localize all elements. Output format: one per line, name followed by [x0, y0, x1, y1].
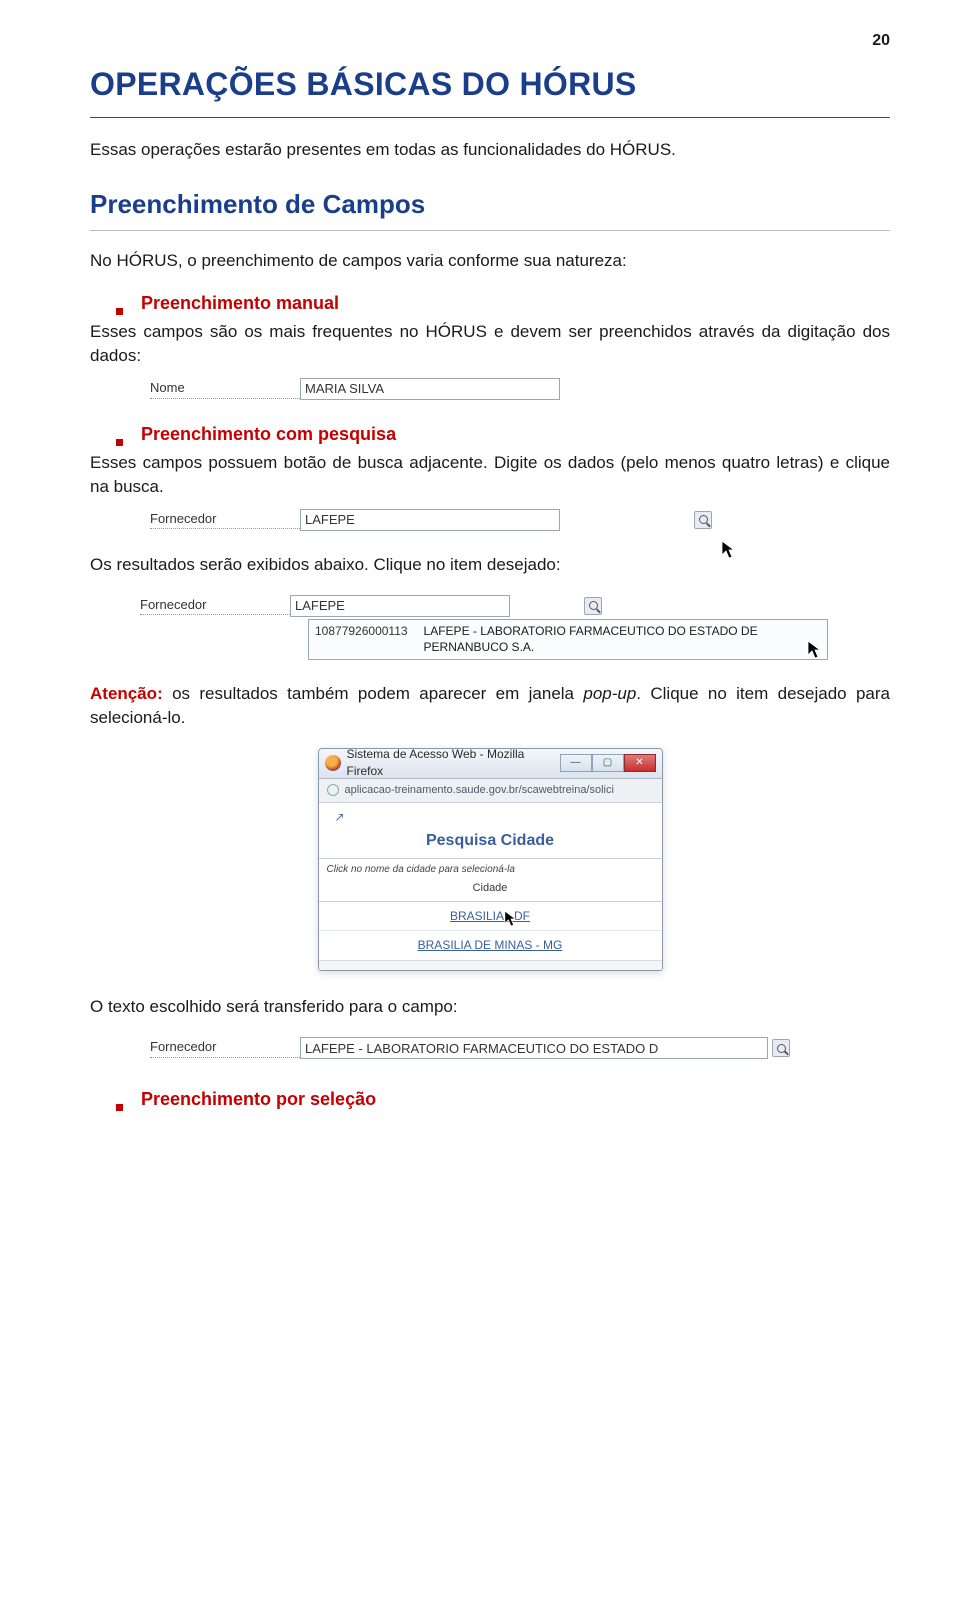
dropdown-result-row[interactable]: 10877926000113 LAFEPE - LABORATORIO FARM… [308, 619, 828, 661]
label-fornecedor: Fornecedor [150, 510, 300, 529]
bullet-selecao: Preenchimento por seleção [116, 1087, 890, 1112]
popup-statusbar [319, 960, 662, 970]
cursor-icon [504, 910, 518, 933]
atencao-label: Atenção: [90, 684, 163, 703]
atencao-paragraph: Atenção: os resultados também podem apar… [90, 682, 890, 730]
sub-pesquisa-title: Preenchimento com pesquisa [141, 422, 396, 447]
magnifier-icon [777, 1044, 786, 1053]
globe-icon [327, 784, 339, 796]
section-divider [90, 230, 890, 231]
cursor-icon [807, 640, 823, 665]
minimize-button[interactable]: — [560, 754, 592, 772]
firefox-icon [325, 755, 341, 771]
popup-window: Sistema de Acesso Web - Mozilla Firefox … [318, 748, 663, 972]
search-button-2[interactable] [584, 597, 602, 615]
results-text: Os resultados serão exibidos abaixo. Cli… [90, 553, 890, 577]
bullet-icon [116, 439, 123, 446]
section-intro: No HÓRUS, o preenchimento de campos vari… [90, 249, 890, 273]
title-divider [90, 117, 890, 118]
field-fornecedor-row: Fornecedor [150, 509, 790, 531]
field-fornecedor-full-row: Fornecedor [150, 1037, 790, 1059]
result-code: 10877926000113 [315, 623, 408, 657]
sub-pesquisa-text: Esses campos possuem botão de busca adja… [90, 451, 890, 499]
input-nome[interactable] [300, 378, 560, 400]
sub-selecao-title: Preenchimento por seleção [141, 1087, 376, 1112]
popup-titlebar: Sistema de Acesso Web - Mozilla Firefox … [319, 749, 662, 779]
search-button[interactable] [694, 511, 712, 529]
input-fornecedor-2[interactable] [290, 595, 510, 617]
label-nome: Nome [150, 379, 300, 398]
atencao-popup-word: pop-up [583, 684, 636, 703]
intro-paragraph: Essas operações estarão presentes em tod… [90, 138, 890, 162]
section-preenchimento-title: Preenchimento de Campos [90, 186, 890, 222]
bullet-manual: Preenchimento manual [116, 291, 890, 316]
popup-heading: Pesquisa Cidade [319, 828, 662, 859]
popup-link-brasilia-df[interactable]: BRASILIA - DF [319, 902, 662, 932]
popup-link2-text: BRASILIA DE MINAS - MG [418, 938, 563, 952]
close-button[interactable]: ✕ [624, 754, 656, 772]
popup-hint: Click no nome da cidade para selecioná-l… [319, 859, 662, 879]
sub-manual-text: Esses campos são os mais frequentes no H… [90, 320, 890, 368]
bullet-icon [116, 1104, 123, 1111]
label-fornecedor-3: Fornecedor [150, 1038, 300, 1057]
magnifier-icon [589, 601, 598, 610]
page-title: OPERAÇÕES BÁSICAS DO HÓRUS [90, 62, 890, 107]
popup-column-header: Cidade [319, 879, 662, 901]
bullet-pesquisa: Preenchimento com pesquisa [116, 422, 890, 447]
input-fornecedor[interactable] [300, 509, 560, 531]
search-button-3[interactable] [772, 1039, 790, 1057]
popup-url: aplicacao-treinamento.saude.gov.br/scawe… [345, 783, 614, 798]
popup-link1-text: BRASILIA - DF [450, 909, 530, 923]
popup-title-text: Sistema de Acesso Web - Mozilla Firefox [347, 748, 554, 780]
sub-manual-title: Preenchimento manual [141, 291, 339, 316]
field-nome-row: Nome [150, 378, 710, 400]
input-fornecedor-full[interactable] [300, 1037, 768, 1059]
transfer-text: O texto escolhido será transferido para … [90, 995, 890, 1019]
atencao-text-1: os resultados também podem aparecer em j… [163, 684, 584, 703]
open-new-icon[interactable]: ↗ [319, 803, 662, 828]
maximize-button[interactable]: ▢ [592, 754, 624, 772]
result-name: LAFEPE - LABORATORIO FARMACEUTICO DO EST… [424, 623, 821, 657]
result-dropdown-block: Fornecedor 10877926000113 LAFEPE - LABOR… [140, 595, 840, 661]
bullet-icon [116, 308, 123, 315]
page-number: 20 [90, 30, 890, 52]
popup-addressbar: aplicacao-treinamento.saude.gov.br/scawe… [319, 779, 662, 803]
popup-link-brasilia-minas[interactable]: BRASILIA DE MINAS - MG [319, 931, 662, 960]
magnifier-icon [699, 515, 708, 524]
label-fornecedor-2: Fornecedor [140, 596, 290, 615]
